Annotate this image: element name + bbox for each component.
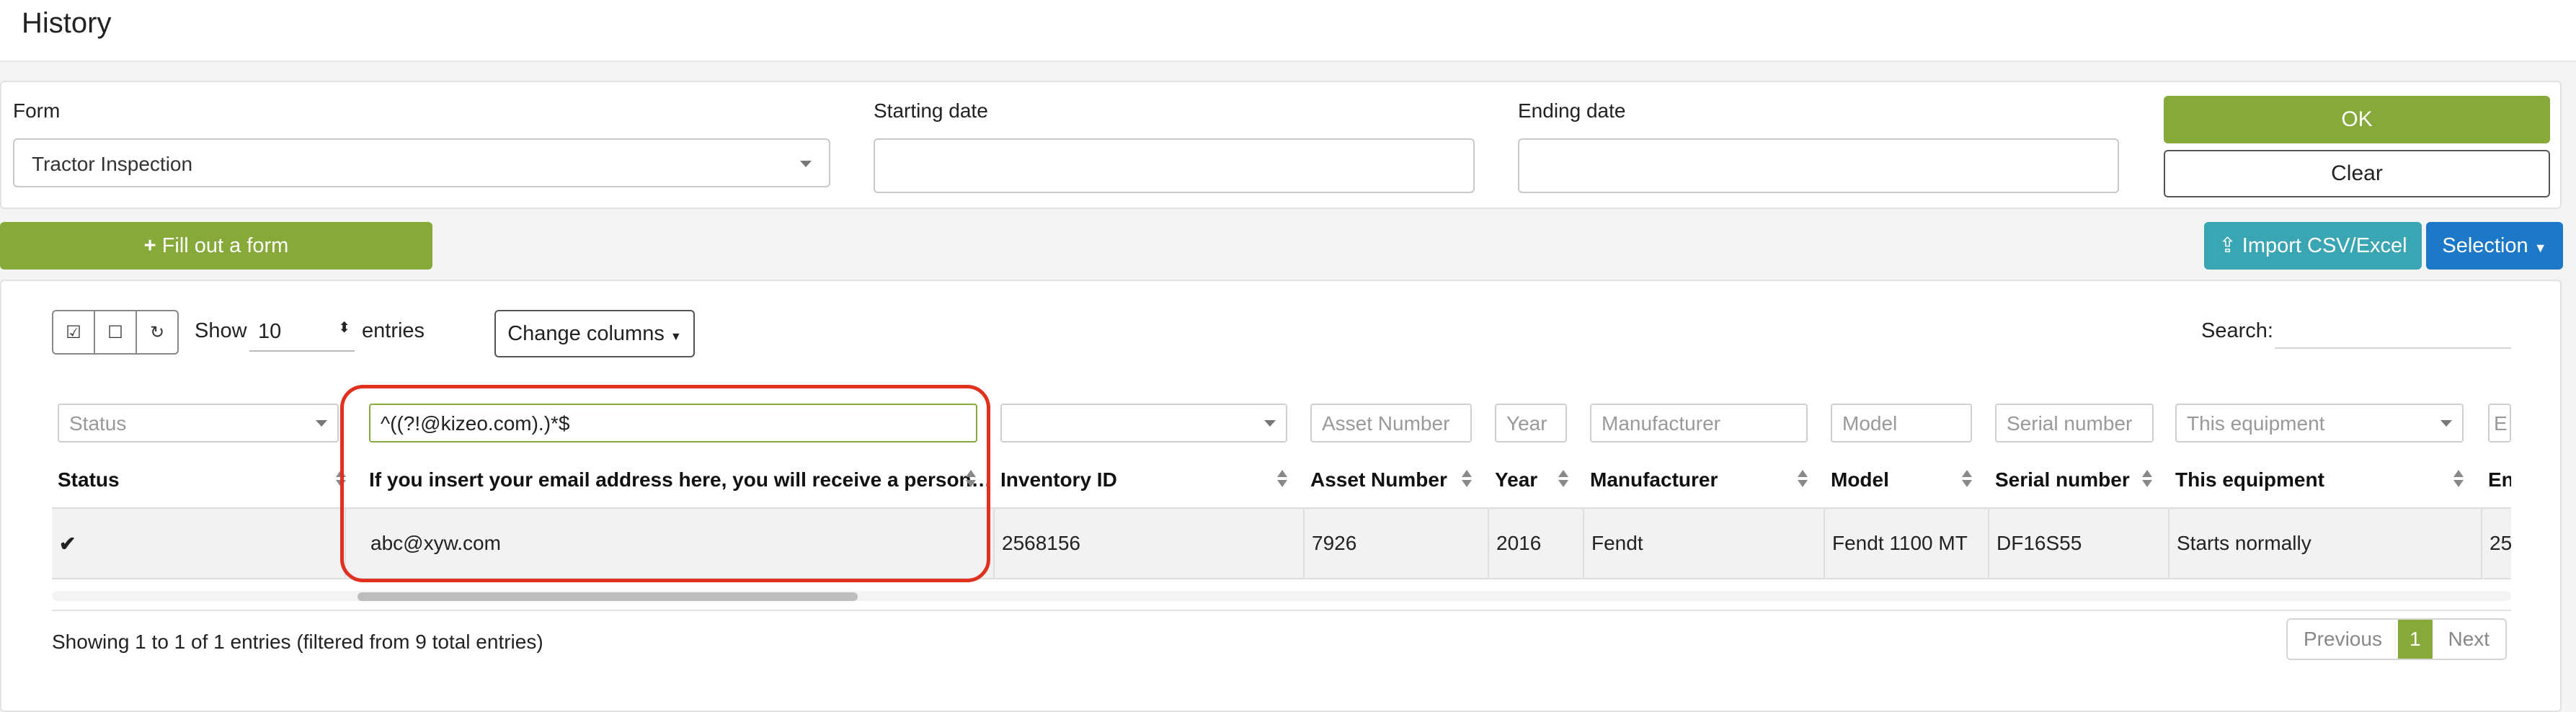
pagination: Previous 1 Next bbox=[2286, 618, 2508, 660]
model-filter[interactable]: Model bbox=[1831, 404, 1972, 442]
equipment-filter-placeholder: This equipment bbox=[2187, 412, 2325, 435]
ending-date-input[interactable] bbox=[1518, 138, 2119, 193]
column-divider bbox=[1303, 507, 1305, 579]
column-divider bbox=[1824, 507, 1825, 579]
table-info: Showing 1 to 1 of 1 entries (filtered fr… bbox=[52, 631, 543, 653]
search-input[interactable] bbox=[2275, 311, 2511, 349]
upload-icon: ⇪ bbox=[2219, 234, 2237, 257]
uncheck-all-icon[interactable]: ☐ bbox=[95, 311, 137, 353]
cell-engine: 25 bbox=[2490, 532, 2511, 554]
column-header-equipment[interactable]: This equipment bbox=[2175, 468, 2324, 491]
cell-model: Fendt 1100 MT bbox=[1832, 532, 1968, 554]
engine-filter[interactable]: E bbox=[2488, 404, 2511, 442]
caret-down-icon bbox=[2440, 420, 2452, 427]
page-1-button[interactable]: 1 bbox=[2397, 620, 2433, 659]
selection-button[interactable]: Selection ▼ bbox=[2426, 222, 2563, 270]
cell-manufacturer: Fendt bbox=[1591, 532, 1643, 554]
refresh-icon[interactable]: ↻ bbox=[137, 311, 177, 353]
caret-down-icon bbox=[800, 161, 812, 167]
year-filter[interactable]: Year bbox=[1495, 404, 1567, 442]
sort-icon[interactable] bbox=[1462, 470, 1472, 489]
next-page-button[interactable]: Next bbox=[2433, 620, 2506, 659]
manufacturer-filter[interactable]: Manufacturer bbox=[1590, 404, 1808, 442]
column-header-asset-number[interactable]: Asset Number bbox=[1310, 468, 1447, 491]
sort-icon[interactable] bbox=[2142, 470, 2152, 489]
entries-length-value: 10 bbox=[258, 320, 282, 343]
table-divider bbox=[52, 610, 2511, 611]
entries-length-select[interactable]: 10 ⬍ bbox=[249, 317, 355, 352]
column-header-serial-number[interactable]: Serial number bbox=[1995, 468, 2130, 491]
import-csv-button[interactable]: ⇪ Import CSV/Excel bbox=[2204, 222, 2422, 270]
fill-out-form-button[interactable]: + Fill out a form bbox=[0, 222, 432, 270]
page-title: History bbox=[22, 7, 112, 39]
cell-inventory: 2568156 bbox=[1002, 532, 1081, 554]
sort-icon[interactable] bbox=[2453, 470, 2464, 489]
column-header-model[interactable]: Model bbox=[1831, 468, 1889, 491]
status-filter[interactable]: Status bbox=[58, 404, 339, 442]
highlight-annotation bbox=[340, 385, 990, 582]
table-tool-group: ☑ ☐ ↻ bbox=[52, 310, 179, 355]
horizontal-scrollbar-thumb[interactable] bbox=[357, 592, 858, 601]
caret-down-icon: ▼ bbox=[670, 331, 682, 343]
column-divider bbox=[2481, 507, 2482, 579]
cell-asset-number: 7926 bbox=[1312, 532, 1357, 554]
cell-year: 2016 bbox=[1496, 532, 1542, 554]
updown-icon: ⬍ bbox=[338, 320, 350, 336]
caret-down-icon bbox=[1264, 420, 1276, 427]
search-label: Search: bbox=[2201, 319, 2273, 342]
serial-number-filter[interactable]: Serial number bbox=[1995, 404, 2154, 442]
column-header-year[interactable]: Year bbox=[1495, 468, 1537, 491]
change-columns-button[interactable]: Change columns ▼ bbox=[494, 310, 695, 357]
column-divider bbox=[2168, 507, 2169, 579]
asset-number-filter[interactable]: Asset Number bbox=[1310, 404, 1472, 442]
plus-icon: + bbox=[143, 234, 156, 257]
cell-serial-number: DF16S55 bbox=[1997, 532, 2082, 554]
sort-icon[interactable] bbox=[1798, 470, 1808, 489]
ending-date-label: Ending date bbox=[1518, 99, 1626, 122]
sort-icon[interactable] bbox=[1277, 470, 1287, 489]
clear-button[interactable]: Clear bbox=[2164, 150, 2550, 197]
inventory-filter[interactable] bbox=[1000, 404, 1287, 442]
caret-down-icon: ▼ bbox=[2533, 241, 2547, 255]
starting-date-input[interactable] bbox=[874, 138, 1475, 193]
sort-icon[interactable] bbox=[1962, 470, 1972, 489]
column-header-inventory[interactable]: Inventory ID bbox=[1000, 468, 1117, 491]
cell-equipment: Starts normally bbox=[2177, 532, 2311, 554]
form-select[interactable]: Tractor Inspection bbox=[13, 138, 830, 187]
column-divider bbox=[1988, 507, 1989, 579]
equipment-filter[interactable]: This equipment bbox=[2175, 404, 2464, 442]
checkmark-icon: ✔ bbox=[59, 533, 76, 555]
column-divider bbox=[1488, 507, 1489, 579]
change-columns-label: Change columns bbox=[507, 322, 665, 345]
import-csv-label: Import CSV/Excel bbox=[2242, 234, 2407, 257]
check-all-icon[interactable]: ☑ bbox=[53, 311, 95, 353]
entries-label: entries bbox=[362, 319, 425, 342]
caret-down-icon bbox=[316, 420, 327, 427]
page-header bbox=[0, 0, 2576, 62]
fill-out-form-label: Fill out a form bbox=[161, 234, 289, 257]
column-divider bbox=[1583, 507, 1584, 579]
previous-page-button[interactable]: Previous bbox=[2288, 620, 2398, 659]
column-header-engine[interactable]: Eng bbox=[2488, 468, 2511, 491]
form-label: Form bbox=[13, 99, 61, 122]
status-filter-placeholder: Status bbox=[69, 412, 127, 435]
column-header-status[interactable]: Status bbox=[58, 468, 120, 491]
selection-label: Selection bbox=[2442, 234, 2528, 257]
sort-icon[interactable] bbox=[1558, 470, 1568, 489]
show-label: Show bbox=[195, 319, 247, 342]
column-header-manufacturer[interactable]: Manufacturer bbox=[1590, 468, 1718, 491]
starting-date-label: Starting date bbox=[874, 99, 988, 122]
form-select-value: Tractor Inspection bbox=[32, 153, 193, 175]
ok-button[interactable]: OK bbox=[2164, 96, 2550, 143]
column-divider bbox=[993, 507, 995, 579]
